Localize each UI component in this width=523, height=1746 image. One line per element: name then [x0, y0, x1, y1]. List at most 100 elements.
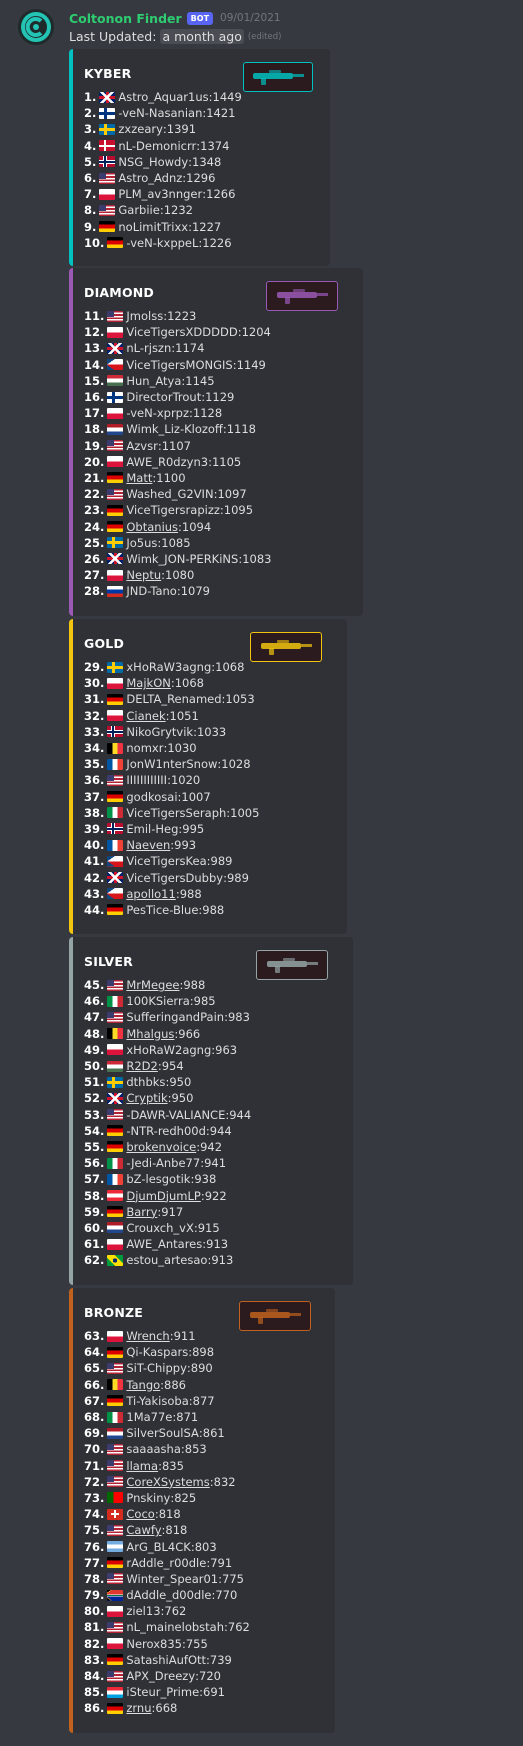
rank-number: 20.	[84, 454, 105, 469]
flag-dk-icon	[99, 140, 116, 152]
leaderboard-row: 23. ViceTigersrapizz: 1095	[84, 502, 271, 518]
rank-number: 73.	[84, 1490, 105, 1505]
bot-username[interactable]: Coltonon Finder	[69, 11, 182, 26]
player-mention-link[interactable]: MrMegee	[126, 978, 179, 992]
flag-no-icon	[107, 726, 124, 738]
flag-us-icon	[107, 979, 124, 991]
rank-number: 29.	[84, 660, 105, 675]
flag-us-icon	[107, 1109, 124, 1121]
flag-de-icon	[107, 1654, 124, 1666]
player-score: 1223	[167, 309, 197, 324]
player-mention-link[interactable]: Coco	[126, 1507, 154, 1521]
embed-kyber: KYBER 1. Astro_Aquar1us: 1449 2. -veN-Nasani…	[69, 49, 330, 266]
rank-number: 56.	[84, 1156, 105, 1171]
player-mention-link[interactable]: Cryptik	[126, 1091, 167, 1105]
leaderboard-row: 44. PesTice-Blue: 988	[84, 902, 259, 918]
leaderboard-row: 12. ViceTigersXDDDDD: 1204	[84, 324, 271, 340]
leaderboard-row: 63. Wrench: 911	[84, 1328, 250, 1344]
player-mention-link[interactable]: Obtanius	[126, 520, 178, 534]
rank-number: 82.	[84, 1636, 105, 1651]
player-score: 1107	[161, 438, 191, 453]
player-name: nL-Demonicrr	[118, 138, 197, 153]
leaderboard-row: 33. NikoGrytvik: 1033	[84, 724, 259, 740]
player-name: AWE_R0dzyn3	[126, 454, 209, 469]
edited-tag: (edited)	[247, 31, 282, 42]
player-mention-link[interactable]: Tango	[126, 1378, 160, 1392]
player-mention-link[interactable]: Cawfy	[126, 1523, 161, 1537]
embed-title: GOLD	[84, 636, 125, 651]
embed-diamond: DIAMOND 11. Jmolss: 1223 12. ViceTigersXDDDD…	[69, 268, 363, 616]
leaderboard-row: 38. ViceTigersSeraph: 1005	[84, 805, 259, 821]
diamond-blaster-icon[interactable]	[266, 281, 338, 311]
player-mention-link[interactable]: CoreXSystems	[126, 1475, 209, 1489]
gold-blaster-icon[interactable]	[250, 632, 322, 662]
player-score: 803	[194, 1539, 217, 1554]
player-score: 983	[227, 1010, 250, 1025]
player-name: ViceTigersXDDDDD	[126, 325, 238, 340]
rank-number: 74.	[84, 1507, 105, 1522]
player-score: 835	[161, 1458, 184, 1473]
flag-pl-icon	[107, 569, 124, 581]
relative-timestamp[interactable]: a month ago	[160, 29, 244, 44]
player-mention-link[interactable]: Matt	[126, 471, 152, 485]
player-score: 1421	[206, 106, 236, 121]
player-mention-link[interactable]: Neptu	[126, 568, 161, 582]
leaderboard-row: 20. AWE_R0dzyn3: 1105	[84, 454, 271, 470]
player-name: NikoGrytvik	[126, 724, 194, 739]
rank-number: 36.	[84, 773, 105, 788]
player-name: AWE_Antares	[126, 1237, 203, 1252]
player-score: 1149	[236, 357, 266, 372]
player-score: 1391	[166, 122, 197, 137]
bronze-blaster-icon[interactable]	[239, 1301, 311, 1331]
player-mention-link[interactable]: MajkON	[126, 676, 170, 690]
leaderboard-row: 74. Coco: 818	[84, 1506, 250, 1522]
player-name: dAddle_d00dle	[126, 1588, 212, 1603]
player-mention-link[interactable]: llama	[126, 1459, 158, 1473]
player-mention-link[interactable]: Wrench	[126, 1329, 169, 1343]
flag-hu-icon	[107, 375, 124, 387]
rank-number: 38.	[84, 805, 105, 820]
player-mention-link[interactable]: brokenvoice	[126, 1140, 196, 1154]
leaderboard-row: 55. brokenvoice: 942	[84, 1139, 251, 1155]
rank-number: 30.	[84, 676, 105, 691]
player-score: 898	[192, 1345, 215, 1360]
player-score: 1232	[163, 203, 193, 218]
rank-number: 8.	[84, 203, 97, 218]
flag-br-icon	[107, 1254, 124, 1266]
player-mention-link[interactable]: zrnu	[126, 1701, 151, 1715]
flag-de-icon	[107, 1346, 124, 1358]
rank-number: 60.	[84, 1220, 105, 1235]
leaderboard-row: 26. Wimk_JON-PERKiNS: 1083	[84, 551, 271, 567]
rank-number: 42.	[84, 870, 105, 885]
rank-number: 53.	[84, 1107, 105, 1122]
player-mention-link[interactable]: Mhalgus	[126, 1027, 174, 1041]
leaderboard-row: 66. Tango: 886	[84, 1377, 250, 1393]
player-name: Wimk_JON-PERKiNS	[126, 551, 239, 566]
rank-number: 15.	[84, 373, 105, 388]
player-name: APX_Dreezy	[126, 1669, 196, 1684]
player-mention-link[interactable]: R2D2	[126, 1059, 157, 1073]
player-mention-link[interactable]: apollo11	[126, 887, 175, 901]
player-score: 911	[173, 1329, 196, 1344]
player-mention-link[interactable]: Cianek	[126, 709, 165, 723]
leaderboard-row: 43. apollo11: 988	[84, 886, 259, 902]
leaderboard-row: 83. SatashiAufOtt: 739	[84, 1652, 250, 1668]
rank-number: 16.	[84, 390, 105, 405]
leaderboard-row: 60. Crouxch_vX: 915	[84, 1220, 251, 1236]
player-score: 762	[227, 1620, 250, 1635]
flag-pl-icon	[107, 1330, 124, 1342]
leaderboard-row: 1. Astro_Aquar1us: 1449	[84, 89, 242, 105]
rank-number: 71.	[84, 1458, 105, 1473]
flag-us-icon	[107, 1011, 124, 1023]
player-mention-link[interactable]: Naeven	[126, 838, 170, 852]
player-list: 45. MrMegee: 988 46. 100KSierra: 985 47. Suff…	[84, 977, 251, 1268]
player-mention-link[interactable]: DjumDjumLP	[126, 1189, 200, 1203]
kyber-rifle-icon[interactable]	[243, 62, 313, 92]
flag-gb-icon	[107, 553, 124, 565]
player-mention-link[interactable]: Barry	[126, 1205, 157, 1219]
silver-blaster-icon[interactable]	[256, 950, 328, 980]
player-name: xHoRaW2agng	[126, 1042, 212, 1057]
bot-avatar[interactable]	[18, 9, 54, 45]
player-name: Hun_Atya	[126, 373, 182, 388]
rank-number: 11.	[84, 309, 105, 324]
